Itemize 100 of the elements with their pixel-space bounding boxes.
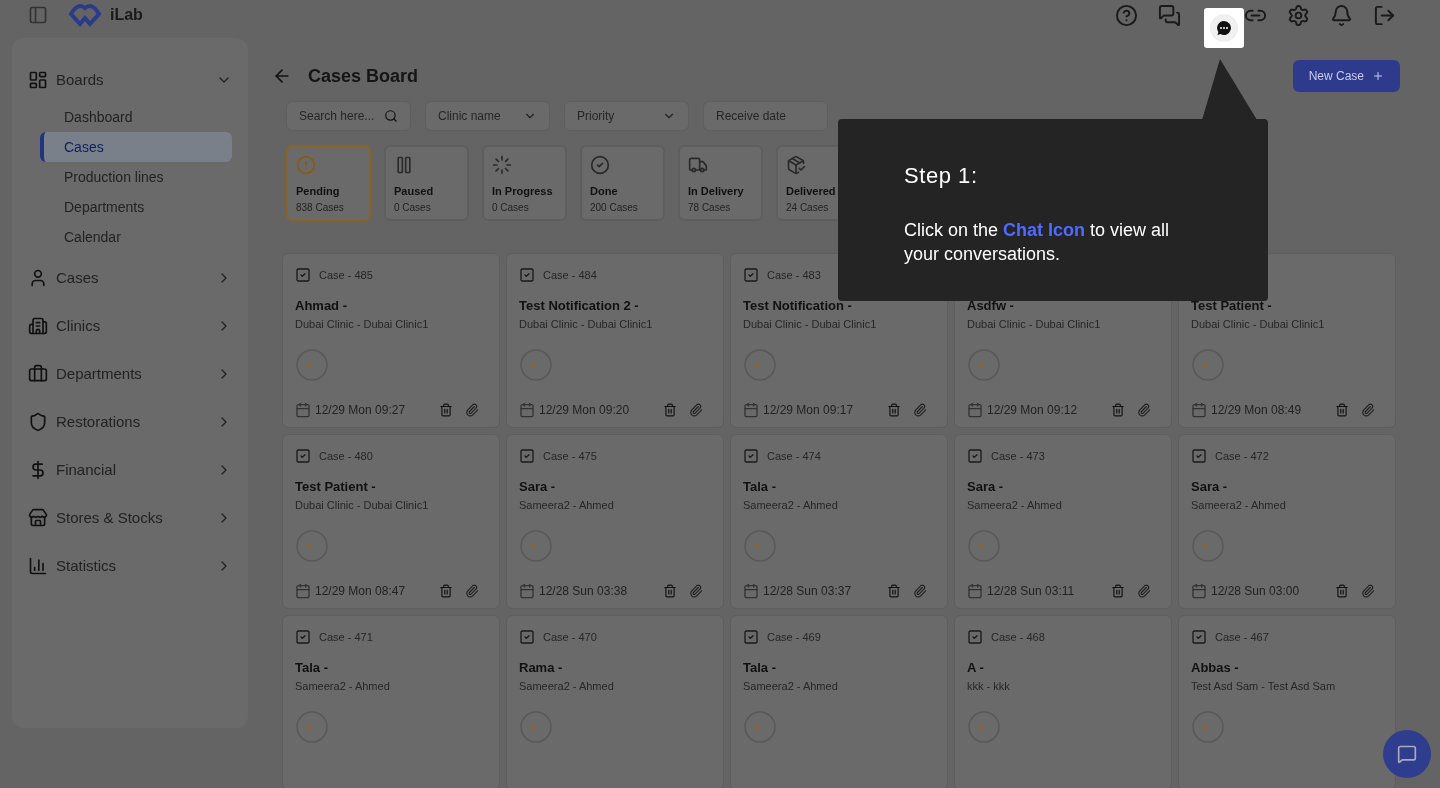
case-card[interactable]: Case - 485 Ahmad - Dubai Clinic - Dubai Clinic1 12/29 Mon 09:27 bbox=[282, 253, 500, 428]
delete-icon[interactable] bbox=[439, 584, 453, 598]
patient-name: Sara - bbox=[967, 478, 1005, 496]
case-card[interactable]: Case - 468 A - kkk - kkk bbox=[954, 615, 1172, 788]
case-card[interactable]: Case - 484 Test Notification 2 - Dubai Clinic - Dubai Clinic1 12/29 Mon 09:20 bbox=[506, 253, 724, 428]
attachment-icon[interactable] bbox=[1361, 584, 1375, 598]
case-date: 12/28 Sun 03:11 bbox=[987, 583, 1076, 600]
group-label: Stores & Stocks bbox=[56, 507, 164, 528]
status-label: Done bbox=[590, 184, 619, 199]
group-label: Restorations bbox=[56, 411, 142, 432]
sidebar-group[interactable]: Cases bbox=[28, 256, 232, 300]
clinic-name: Dubai Clinic - Dubai Clinic1 bbox=[1191, 316, 1326, 332]
chat-floating-button[interactable] bbox=[1383, 730, 1431, 778]
case-number: Case - 468 bbox=[991, 629, 1045, 645]
delete-icon[interactable] bbox=[663, 584, 677, 598]
case-card[interactable]: Case - 473 Sara - Sameera2 - Ahmed 12/28 Sun 03:11 bbox=[954, 434, 1172, 609]
case-card[interactable]: Case - 474 Tala - Sameera2 - Ahmed 12/28 Sun 03:37 bbox=[730, 434, 948, 609]
checkbox-icon[interactable] bbox=[519, 267, 535, 283]
case-card[interactable]: Case - 469 Tala - Sameera2 - Ahmed bbox=[730, 615, 948, 788]
delete-icon[interactable] bbox=[663, 403, 677, 417]
chat-button[interactable] bbox=[1204, 8, 1244, 48]
status-card[interactable]: In Delivery 78 Cases bbox=[678, 145, 763, 221]
group-label: Cases bbox=[56, 267, 100, 288]
help-icon[interactable] bbox=[1115, 3, 1138, 27]
sidebar-group[interactable]: Financial bbox=[28, 448, 232, 492]
clinic-name: Dubai Clinic - Dubai Clinic1 bbox=[743, 316, 878, 332]
sidebar-group[interactable]: Departments bbox=[28, 352, 232, 396]
settings-icon[interactable] bbox=[1287, 3, 1310, 27]
status-card[interactable]: In Progress 0 Cases bbox=[482, 145, 567, 221]
delete-icon[interactable] bbox=[439, 403, 453, 417]
case-card[interactable]: Case - 467 Abbas - Test Asd Sam - Test Asd Sam bbox=[1178, 615, 1396, 788]
checkbox-icon[interactable] bbox=[519, 629, 535, 645]
attachment-icon[interactable] bbox=[1361, 403, 1375, 417]
case-number: Case - 471 bbox=[319, 629, 373, 645]
case-card[interactable]: Case - 480 Test Patient - Dubai Clinic - Dubai Clinic1 12/29 Mon 08:47 bbox=[282, 434, 500, 609]
case-card[interactable]: Case - 475 Sara - Sameera2 - Ahmed 12/28 Sun 03:38 bbox=[506, 434, 724, 609]
attachment-icon[interactable] bbox=[689, 584, 703, 598]
delete-icon[interactable] bbox=[1335, 584, 1349, 598]
sidebar-group[interactable]: Clinics bbox=[28, 304, 232, 348]
delete-icon[interactable] bbox=[887, 403, 901, 417]
status-card[interactable]: Done 200 Cases bbox=[580, 145, 665, 221]
checkbox-icon[interactable] bbox=[967, 629, 983, 645]
new-case-button[interactable]: New Case bbox=[1292, 60, 1400, 92]
date-field[interactable]: Receive date bbox=[703, 101, 828, 131]
attachment-icon[interactable] bbox=[1137, 403, 1151, 417]
group-label: Clinics bbox=[56, 315, 102, 336]
case-number: Case - 472 bbox=[1215, 448, 1269, 464]
group-label: Departments bbox=[56, 363, 143, 384]
checkbox-icon[interactable] bbox=[743, 629, 759, 645]
checkbox-icon[interactable] bbox=[519, 448, 535, 464]
case-card[interactable]: Case - 471 Tala - Sameera2 - Ahmed bbox=[282, 615, 500, 788]
group-icon bbox=[28, 70, 48, 90]
sidebar-group[interactable]: Boards bbox=[28, 58, 232, 102]
attachment-icon[interactable] bbox=[465, 403, 479, 417]
case-card[interactable]: Case - 472 Sara - Sameera2 - Ahmed 12/28 Sun 03:00 bbox=[1178, 434, 1396, 609]
patient-name: Asdfw - bbox=[967, 297, 1015, 315]
delete-icon[interactable] bbox=[1111, 584, 1125, 598]
select-field[interactable]: Priority bbox=[564, 101, 689, 131]
checkbox-icon[interactable] bbox=[743, 267, 759, 283]
attachment-icon[interactable] bbox=[1137, 584, 1151, 598]
sidebar-item[interactable]: Cases bbox=[40, 132, 232, 162]
case-number: Case - 467 bbox=[1215, 629, 1269, 645]
attachment-icon[interactable] bbox=[913, 584, 927, 598]
progress-ring-icon bbox=[743, 348, 777, 382]
sidebar-item[interactable]: Production lines bbox=[40, 162, 232, 192]
bell-icon[interactable] bbox=[1330, 3, 1353, 27]
select-field[interactable]: Clinic name bbox=[425, 101, 550, 131]
progress-ring-icon bbox=[295, 710, 329, 744]
case-number: Case - 469 bbox=[767, 629, 821, 645]
sidebar-item[interactable]: Departments bbox=[40, 192, 232, 222]
status-count: 838 Cases bbox=[296, 200, 345, 215]
checkbox-icon[interactable] bbox=[967, 448, 983, 464]
sidebar-group[interactable]: Restorations bbox=[28, 400, 232, 444]
case-number: Case - 480 bbox=[319, 448, 373, 464]
sidebar-toggle-icon[interactable] bbox=[28, 5, 48, 25]
logout-icon[interactable] bbox=[1373, 3, 1396, 27]
status-card[interactable]: Pending 838 Cases bbox=[286, 145, 371, 221]
delete-icon[interactable] bbox=[1111, 403, 1125, 417]
progress-ring-icon bbox=[295, 348, 329, 382]
status-card[interactable]: Paused 0 Cases bbox=[384, 145, 469, 221]
progress-ring-icon bbox=[519, 348, 553, 382]
checkbox-icon[interactable] bbox=[295, 629, 311, 645]
checkbox-icon[interactable] bbox=[1191, 629, 1207, 645]
sidebar-group[interactable]: Statistics bbox=[28, 544, 232, 588]
sidebar-item[interactable]: Calendar bbox=[40, 222, 232, 252]
case-card[interactable]: Case - 470 Rama - Sameera2 - Ahmed bbox=[506, 615, 724, 788]
sidebar-item[interactable]: Dashboard bbox=[40, 102, 232, 132]
checkbox-icon[interactable] bbox=[1191, 448, 1207, 464]
checkbox-icon[interactable] bbox=[743, 448, 759, 464]
chats-icon[interactable] bbox=[1158, 3, 1181, 27]
sidebar-group[interactable]: Stores & Stocks bbox=[28, 496, 232, 540]
search-field[interactable]: Search here... bbox=[286, 101, 411, 131]
attachment-icon[interactable] bbox=[465, 584, 479, 598]
checkbox-icon[interactable] bbox=[295, 448, 311, 464]
attachment-icon[interactable] bbox=[689, 403, 703, 417]
attachment-icon[interactable] bbox=[913, 403, 927, 417]
status-count: 0 Cases bbox=[394, 200, 432, 215]
delete-icon[interactable] bbox=[887, 584, 901, 598]
checkbox-icon[interactable] bbox=[295, 267, 311, 283]
delete-icon[interactable] bbox=[1335, 403, 1349, 417]
